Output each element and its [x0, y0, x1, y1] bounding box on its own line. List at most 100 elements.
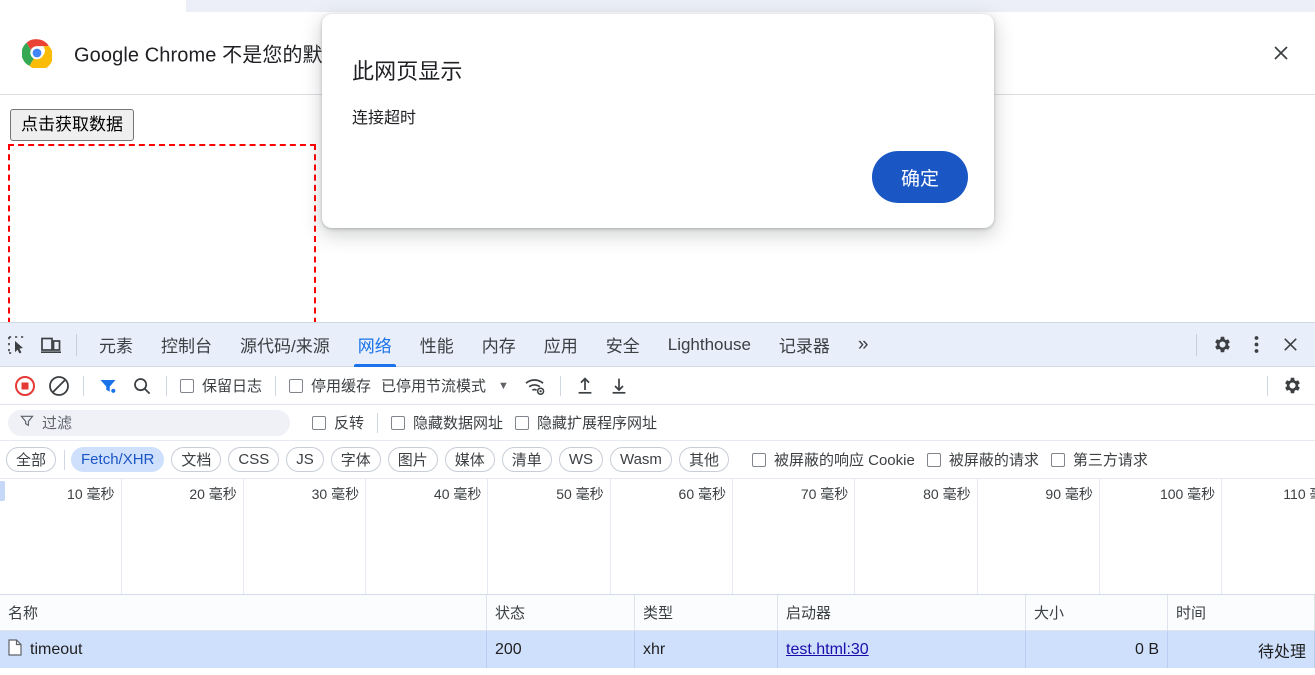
throttling-select-label[interactable]: 已停用节流模式: [377, 375, 490, 396]
network-requests-table: 名称 状态 类型 启动器 大小 时间 timeout 200 xhr test.…: [0, 595, 1315, 668]
cell-size: 0 B: [1026, 631, 1168, 668]
type-filter-ws[interactable]: WS: [558, 447, 603, 472]
chip-label: 全部: [16, 452, 47, 469]
download-icon[interactable]: [602, 372, 636, 400]
invert-checkbox[interactable]: 反转: [306, 412, 370, 433]
close-icon[interactable]: [1267, 39, 1295, 67]
devtools-tab-application[interactable]: 应用: [530, 323, 592, 367]
timeline-tick-label: 50 毫秒: [556, 486, 604, 502]
type-filter-js[interactable]: JS: [286, 447, 324, 472]
chip-label: 文档: [181, 452, 212, 469]
close-devtools-icon[interactable]: [1273, 330, 1307, 360]
devtools-tab-bar: 元素 控制台 源代码/来源 网络 性能 内存 应用 安全 Lighthouse …: [0, 323, 1315, 367]
type-filter-css[interactable]: CSS: [228, 447, 280, 472]
wifi-settings-icon[interactable]: [519, 372, 553, 400]
record-stop-icon[interactable]: [8, 372, 42, 400]
type-filter-img[interactable]: 图片: [387, 447, 438, 472]
blocked-response-cookies-checkbox[interactable]: 被屏蔽的响应 Cookie: [746, 449, 921, 470]
timeline-gridline: [609, 479, 611, 594]
chip-label: WS: [568, 451, 593, 468]
devtools-panel: 元素 控制台 源代码/来源 网络 性能 内存 应用 安全 Lighthouse …: [0, 322, 1315, 675]
fetch-data-button[interactable]: 点击获取数据: [10, 109, 134, 142]
timeline-gridline: [120, 479, 122, 594]
cell-type: xhr: [635, 631, 778, 668]
table-row[interactable]: timeout 200 xhr test.html:30 0 B 待处理: [0, 631, 1315, 668]
timeline-gridline: [487, 479, 489, 594]
devtools-tab-sources[interactable]: 源代码/来源: [226, 323, 344, 367]
chevron-down-icon[interactable]: ▼: [490, 380, 519, 392]
settings-gear-icon[interactable]: [1275, 372, 1309, 400]
resource-type-filter-bar: 全部 Fetch/XHR 文档 CSS JS 字体 图片 媒体 清单 WS Wa…: [0, 441, 1315, 479]
type-filter-doc[interactable]: 文档: [171, 447, 222, 472]
network-timeline-overview[interactable]: 10 毫秒 20 毫秒 30 毫秒 40 毫秒 50 毫秒 60 毫秒 70 毫秒 80 毫秒…: [0, 479, 1315, 595]
dialog-message: 连接超时: [352, 110, 417, 127]
type-filter-media[interactable]: 媒体: [444, 447, 495, 472]
timeline-tick-label: 90 毫秒: [1045, 486, 1093, 502]
devtools-tab-recorder[interactable]: 记录器: [765, 323, 844, 367]
toolbar-divider: [83, 375, 84, 396]
blocked-requests-label: 被屏蔽的请求: [948, 452, 1039, 469]
column-header-status[interactable]: 状态: [487, 595, 635, 630]
network-toolbar: 保留日志 停用缓存 已停用节流模式 ▼: [0, 367, 1315, 405]
devtools-tab-console[interactable]: 控制台: [147, 323, 226, 367]
device-toolbar-icon[interactable]: [34, 330, 68, 360]
devtools-tab-performance[interactable]: 性能: [406, 323, 468, 367]
devtools-tab-lighthouse[interactable]: Lighthouse: [654, 323, 765, 367]
preserve-log-checkbox[interactable]: 保留日志: [174, 375, 268, 396]
type-filter-wasm[interactable]: Wasm: [609, 447, 672, 472]
checkbox-box: [289, 378, 304, 393]
timeline-gridline: [854, 479, 856, 594]
tab-label: 网络: [357, 337, 392, 356]
third-party-requests-checkbox[interactable]: 第三方请求: [1045, 449, 1154, 470]
filter-input[interactable]: 过滤: [8, 409, 290, 436]
tab-label: 内存: [481, 337, 516, 356]
timeline-gridline: [1098, 479, 1100, 594]
timeline-tick-label: 30 毫秒: [311, 486, 360, 502]
type-filter-all[interactable]: 全部: [6, 447, 57, 472]
inspect-element-icon[interactable]: [0, 330, 34, 360]
timeline-start-marker: [0, 481, 5, 501]
settings-gear-icon[interactable]: [1205, 330, 1239, 360]
javascript-alert-dialog: 此网页显示 连接超时 确定: [322, 14, 994, 228]
type-filter-font[interactable]: 字体: [330, 447, 381, 472]
column-header-type[interactable]: 类型: [635, 595, 778, 630]
chip-divider: [64, 449, 66, 470]
blocked-requests-checkbox[interactable]: 被屏蔽的请求: [921, 449, 1045, 470]
browser-tab-partial[interactable]: [186, 0, 1315, 12]
column-header-time[interactable]: 时间: [1168, 595, 1315, 630]
devtools-tab-elements[interactable]: 元素: [85, 323, 147, 367]
checkbox-box: [515, 415, 530, 430]
more-tabs-chevron-icon[interactable]: »: [844, 323, 883, 367]
more-options-icon[interactable]: [1239, 330, 1273, 360]
chip-label: 媒体: [454, 452, 485, 469]
type-filter-other[interactable]: 其他: [678, 447, 729, 472]
chip-label: 其他: [688, 452, 719, 469]
devtools-tab-security[interactable]: 安全: [592, 323, 654, 367]
tab-label: 控制台: [161, 337, 212, 356]
chip-label: 图片: [397, 452, 428, 469]
timeline-gridline: [1221, 479, 1223, 594]
hide-data-urls-checkbox[interactable]: 隐藏数据网址: [385, 412, 509, 433]
tab-label: 安全: [605, 337, 640, 356]
column-header-size[interactable]: 大小: [1026, 595, 1168, 630]
hide-extension-urls-checkbox[interactable]: 隐藏扩展程序网址: [509, 412, 663, 433]
disable-cache-label: 停用缓存: [311, 378, 372, 395]
filter-placeholder: 过滤: [42, 415, 73, 432]
type-filter-manifest[interactable]: 清单: [501, 447, 552, 472]
dialog-ok-button[interactable]: 确定: [872, 151, 968, 203]
column-header-name[interactable]: 名称: [0, 595, 487, 630]
type-filter-fetch-xhr[interactable]: Fetch/XHR: [71, 447, 165, 472]
filter-icon[interactable]: [91, 372, 125, 400]
cell-name[interactable]: timeout: [0, 631, 487, 668]
search-icon[interactable]: [125, 372, 159, 400]
hide-data-urls-label: 隐藏数据网址: [413, 415, 504, 432]
upload-icon[interactable]: [568, 372, 602, 400]
dialog-title: 此网页显示: [352, 59, 463, 84]
initiator-link[interactable]: test.html:30: [786, 641, 869, 659]
column-header-initiator[interactable]: 启动器: [778, 595, 1026, 630]
clear-icon[interactable]: [42, 372, 76, 400]
devtools-tab-network[interactable]: 网络: [344, 323, 406, 367]
disable-cache-checkbox[interactable]: 停用缓存: [283, 375, 377, 396]
devtools-tab-memory[interactable]: 内存: [468, 323, 530, 367]
cell-initiator[interactable]: test.html:30: [778, 631, 1026, 668]
